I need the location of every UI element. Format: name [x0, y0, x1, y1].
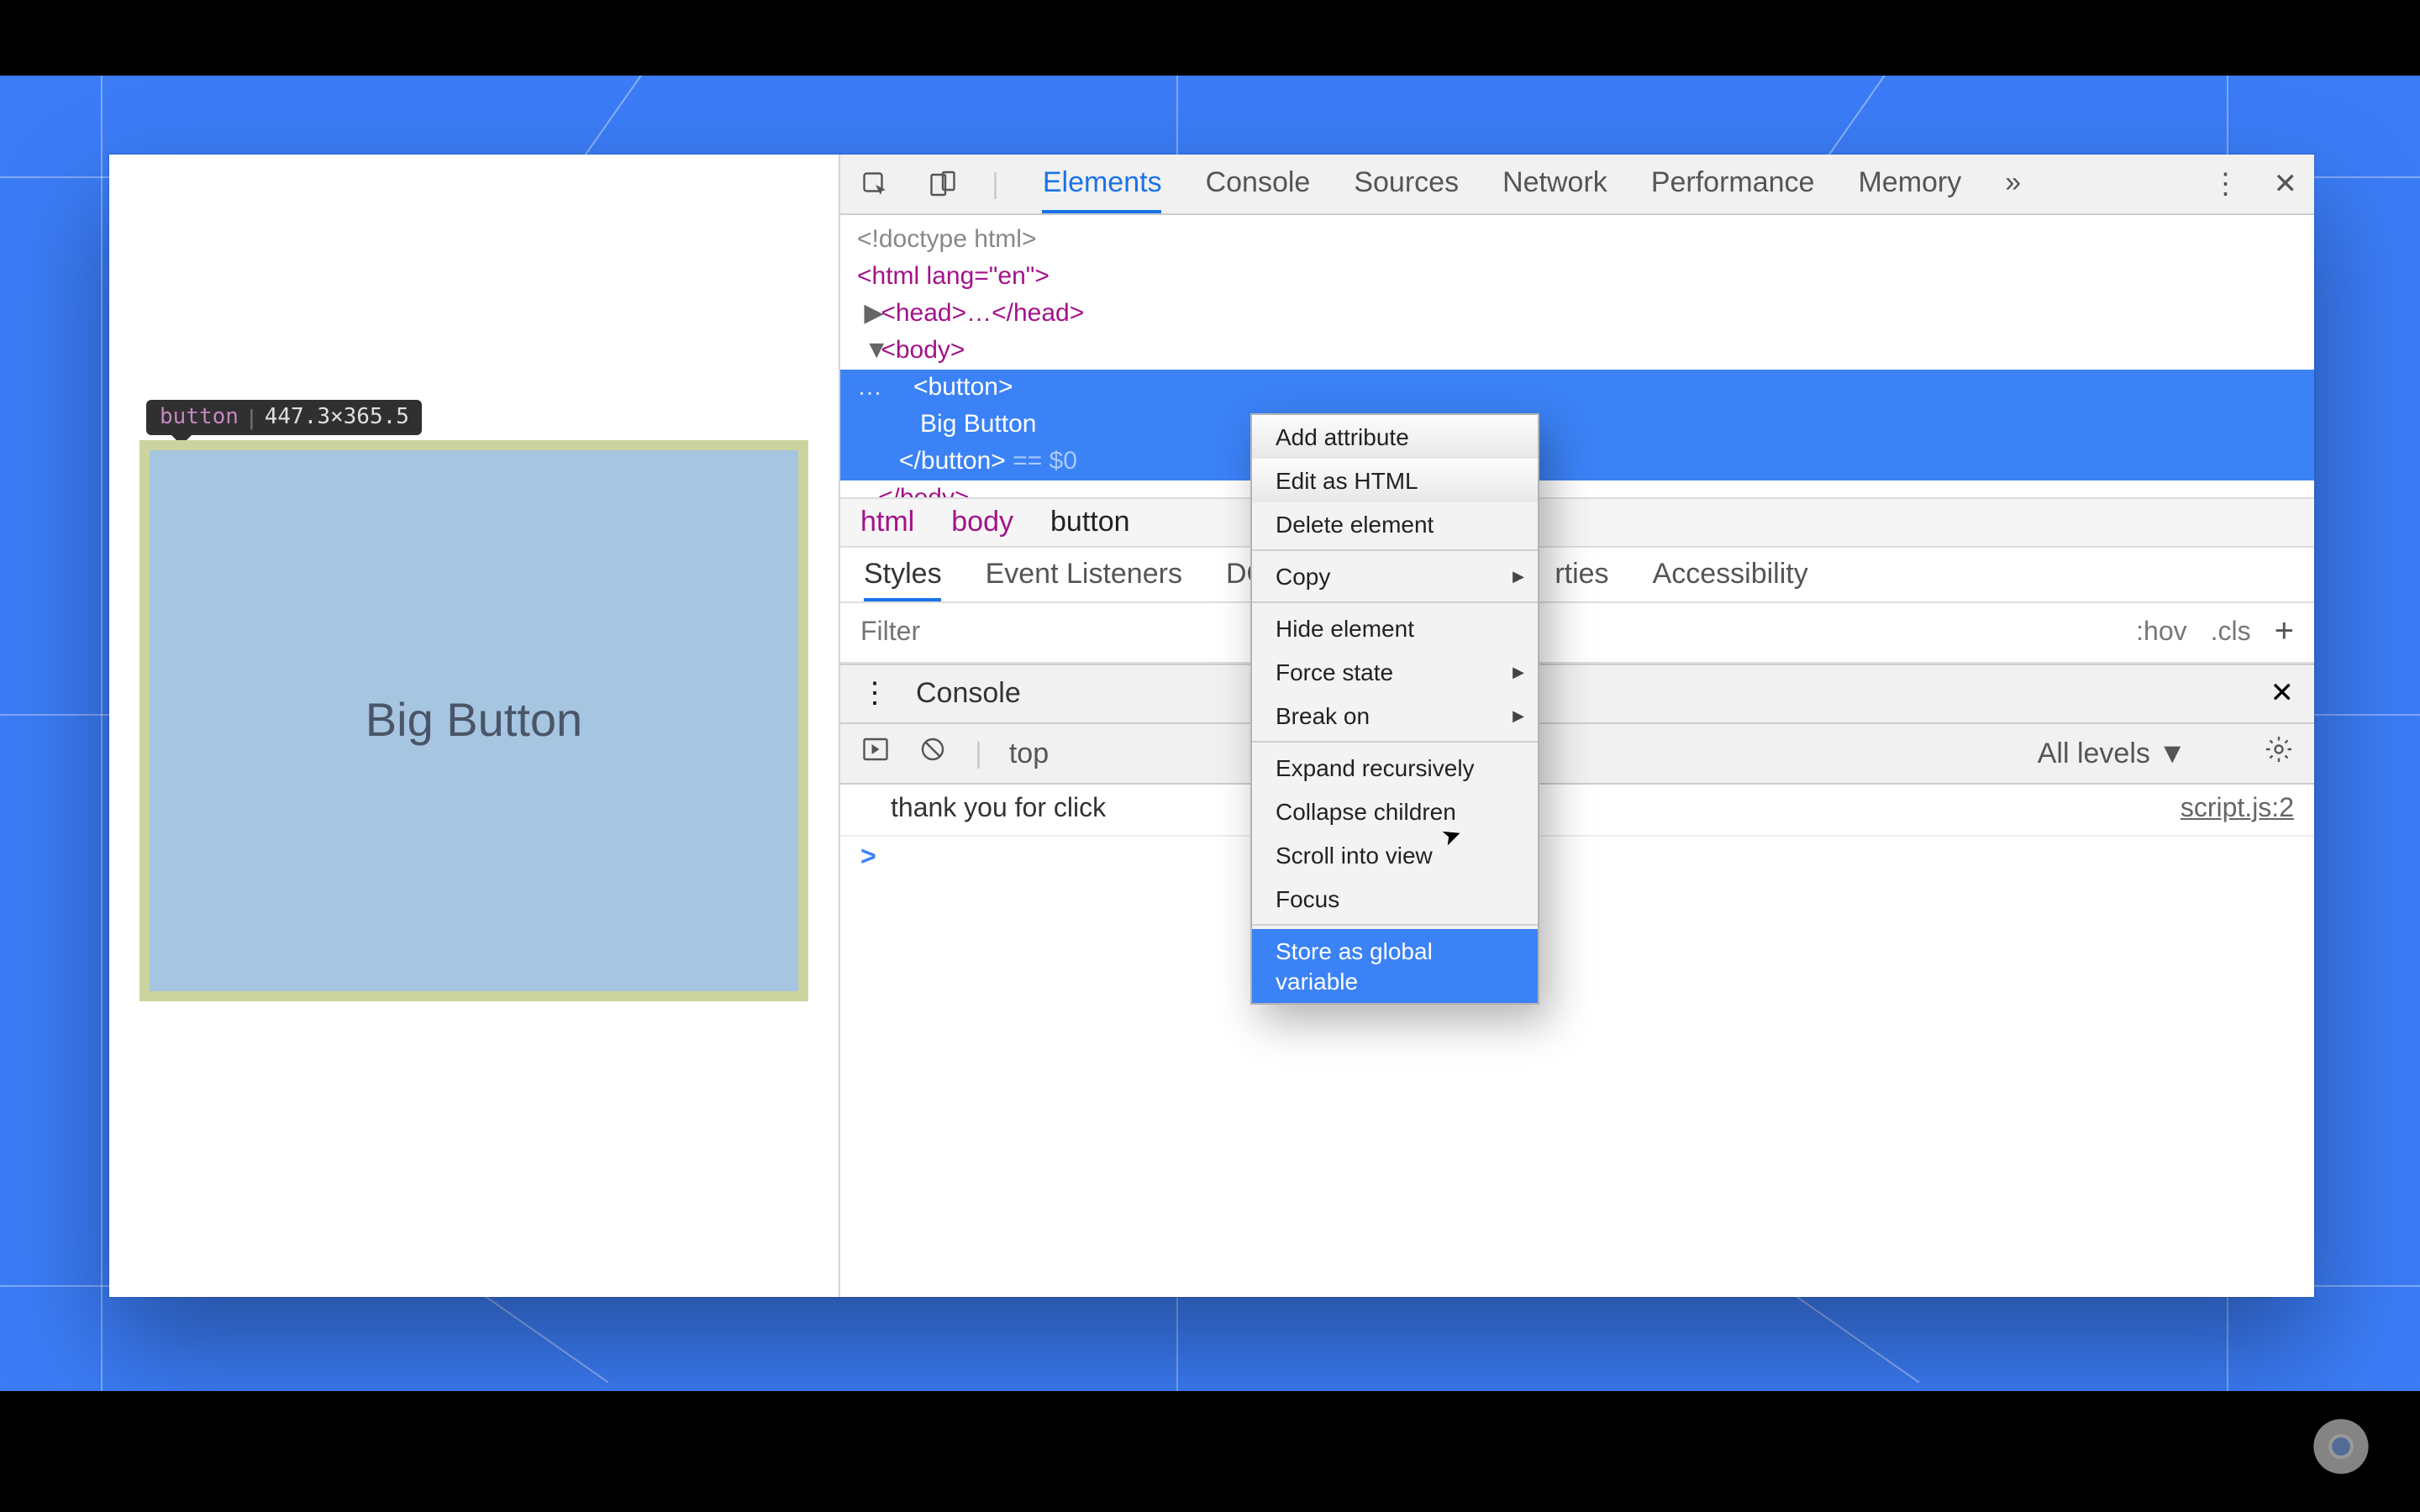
- tabs-overflow[interactable]: »: [2005, 155, 2021, 213]
- subtab-properties[interactable]: rties: [1555, 558, 1608, 601]
- tooltip-tagname: button: [160, 405, 239, 430]
- cm-expand-recursively[interactable]: Expand recursively: [1252, 746, 1538, 790]
- tab-network[interactable]: Network: [1502, 155, 1607, 213]
- dom-html-open[interactable]: <html lang="en">: [857, 262, 1050, 291]
- device-toggle-icon[interactable]: [924, 165, 961, 202]
- console-log-text: thank you for click: [891, 795, 1106, 825]
- cm-focus[interactable]: Focus: [1252, 877, 1538, 921]
- styles-tabbar: Styles Event Listeners DOM rties Accessi…: [840, 548, 2314, 603]
- cm-force-state[interactable]: Force state: [1252, 650, 1538, 694]
- cm-hide-element[interactable]: Hide element: [1252, 606, 1538, 650]
- hov-toggle[interactable]: :hov: [2136, 617, 2187, 648]
- log-levels-selector[interactable]: All levels ▼: [2038, 737, 2186, 770]
- clear-console-icon[interactable]: [918, 734, 948, 773]
- page-preview-pane: button | 447.3×365.5 Big Button: [109, 155, 839, 1297]
- browser-devtools-window: button | 447.3×365.5 Big Button | Elemen…: [109, 155, 2314, 1297]
- dom-body-open[interactable]: <body>: [881, 336, 965, 365]
- cm-copy[interactable]: Copy: [1252, 554, 1538, 598]
- crumb-html[interactable]: html: [860, 506, 914, 539]
- cm-delete-element[interactable]: Delete element: [1252, 502, 1538, 546]
- styles-filter-input[interactable]: [860, 617, 1208, 648]
- dom-head[interactable]: <head>…</head>: [881, 299, 1084, 328]
- devtools-toolbar: | Elements Console Sources Network Perfo…: [840, 155, 2314, 215]
- styles-filter-row: :hov .cls +: [840, 603, 2314, 664]
- execute-icon[interactable]: [860, 734, 891, 773]
- console-log-line: thank you for click script.js:2: [840, 785, 2314, 837]
- cm-store-as-global-variable[interactable]: Store as global variable: [1252, 929, 1538, 1003]
- console-settings-icon[interactable]: [2264, 734, 2294, 773]
- tab-performance[interactable]: Performance: [1651, 155, 1815, 213]
- tab-sources[interactable]: Sources: [1354, 155, 1459, 213]
- tooltip-dimensions: 447.3×365.5: [265, 405, 409, 430]
- tab-console[interactable]: Console: [1206, 155, 1311, 213]
- devtools-panel: | Elements Console Sources Network Perfo…: [839, 155, 2314, 1297]
- page-big-button[interactable]: Big Button: [139, 440, 808, 1001]
- cm-edit-as-html[interactable]: Edit as HTML: [1252, 459, 1538, 502]
- tab-memory[interactable]: Memory: [1858, 155, 1961, 213]
- console-log-source[interactable]: script.js:2: [2181, 795, 2294, 825]
- drawer-kebab-icon[interactable]: ⋮: [860, 677, 889, 711]
- console-context-selector[interactable]: top: [1009, 737, 1049, 770]
- dom-selected-element[interactable]: … <button> Big Button </button> == $0: [840, 370, 2314, 480]
- chrome-logo-icon: [2312, 1418, 2370, 1475]
- console-prompt[interactable]: >: [840, 837, 2314, 880]
- subtab-event-listeners[interactable]: Event Listeners: [986, 558, 1182, 601]
- dom-body-close[interactable]: </body>: [878, 484, 969, 497]
- dom-doctype: <!doctype html>: [857, 225, 1036, 254]
- cm-add-attribute[interactable]: Add attribute: [1252, 415, 1538, 459]
- cm-break-on[interactable]: Break on: [1252, 694, 1538, 738]
- tab-elements[interactable]: Elements: [1043, 155, 1162, 213]
- devtools-tabs: Elements Console Sources Network Perform…: [1043, 155, 2021, 213]
- drawer-close-icon[interactable]: ✕: [2270, 677, 2295, 711]
- subtab-accessibility[interactable]: Accessibility: [1653, 558, 1808, 601]
- cls-toggle[interactable]: .cls: [2211, 617, 2251, 648]
- crumb-body[interactable]: body: [951, 506, 1013, 539]
- subtab-styles[interactable]: Styles: [864, 558, 942, 601]
- element-inspect-tooltip: button | 447.3×365.5: [146, 400, 423, 435]
- context-menu: Add attribute Edit as HTML Delete elemen…: [1250, 413, 1539, 1005]
- console-drawer-header: ⋮ Console ✕: [840, 664, 2314, 724]
- kebab-menu-icon[interactable]: ⋮: [2212, 167, 2240, 201]
- crumb-button[interactable]: button: [1050, 506, 1130, 539]
- close-icon[interactable]: ✕: [2274, 167, 2298, 201]
- cm-collapse-children[interactable]: Collapse children: [1252, 790, 1538, 833]
- drawer-title: Console: [916, 677, 1021, 711]
- new-style-rule-button[interactable]: +: [2275, 613, 2294, 652]
- dom-breadcrumbs: html body button: [840, 497, 2314, 548]
- cm-scroll-into-view[interactable]: Scroll into view: [1252, 833, 1538, 877]
- inspect-icon[interactable]: [857, 165, 894, 202]
- dom-tree[interactable]: <!doctype html> <html lang="en"> ▶<head>…: [840, 215, 2314, 497]
- console-toolbar: | top All levels ▼: [840, 724, 2314, 785]
- console-output[interactable]: thank you for click script.js:2 >: [840, 785, 2314, 1297]
